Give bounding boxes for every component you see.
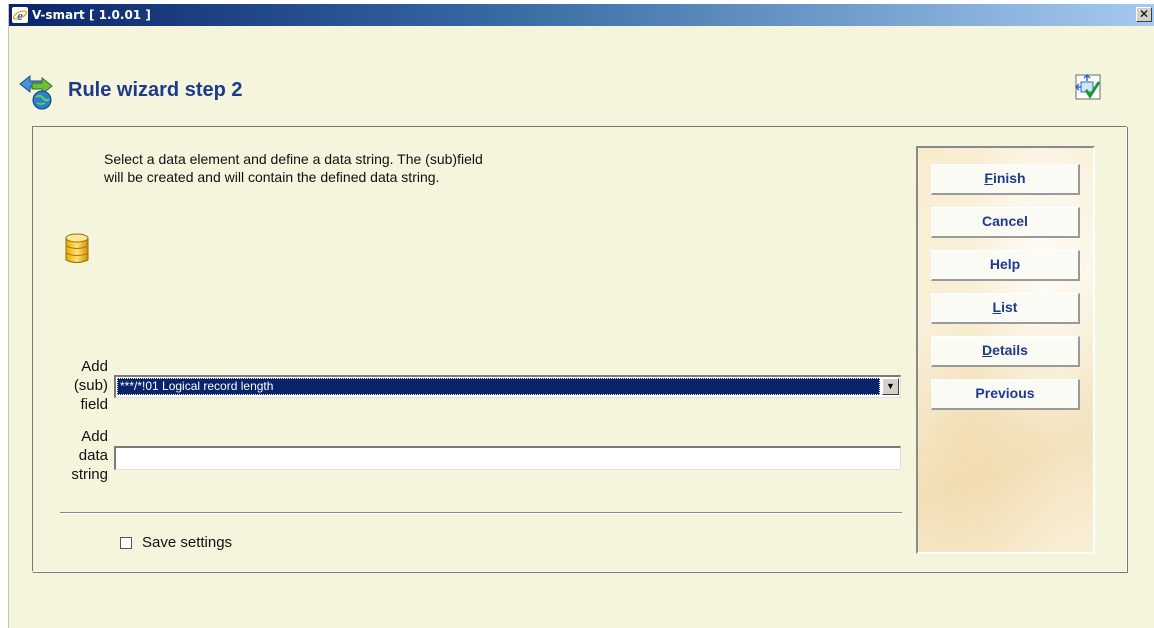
list-button[interactable]: List bbox=[931, 293, 1080, 324]
add-data-string-label-line-3: string bbox=[71, 466, 108, 483]
dropdown-arrow-icon[interactable]: ▼ bbox=[882, 378, 899, 395]
details-button-label: etails bbox=[992, 342, 1028, 358]
close-icon: ✕ bbox=[1138, 7, 1150, 21]
page-title: Rule wizard step 2 bbox=[68, 78, 243, 101]
save-settings-checkbox[interactable] bbox=[120, 536, 132, 549]
cancel-button[interactable]: Cancel bbox=[931, 207, 1080, 238]
instructions-text: Select a data element and define a data … bbox=[104, 150, 664, 186]
page-header: Rule wizard step 2 bbox=[16, 70, 243, 110]
add-subfield-label-line-2: (sub) bbox=[73, 377, 108, 394]
finish-button[interactable]: Finish bbox=[931, 164, 1080, 195]
add-subfield-label-line-1: Add bbox=[81, 358, 108, 375]
divider bbox=[60, 512, 902, 514]
rule-wizard-icon bbox=[19, 74, 53, 110]
add-subfield-label: Add (sub) field bbox=[60, 357, 108, 414]
help-button-label: Help bbox=[989, 256, 1021, 272]
svg-text:e: e bbox=[17, 8, 23, 23]
title-bar[interactable]: e V-smart [ 1.0.01 ] ✕ bbox=[9, 4, 1154, 26]
add-subfield-label-line-3: field bbox=[80, 396, 108, 413]
details-button-accesskey: D bbox=[982, 342, 993, 358]
browser-icon: e bbox=[12, 7, 28, 23]
add-data-string-label-line-2: data bbox=[78, 447, 108, 464]
window-title: V-smart [ 1.0.01 ] bbox=[32, 8, 151, 22]
save-settings-row[interactable]: Save settings bbox=[120, 534, 232, 551]
data-string-input[interactable] bbox=[114, 446, 901, 470]
save-settings-label[interactable]: Save settings bbox=[142, 534, 232, 551]
details-button[interactable]: Details bbox=[931, 336, 1080, 367]
database-icon bbox=[65, 233, 89, 263]
add-data-string-label-line-1: Add bbox=[81, 428, 108, 445]
instructions-line-1: Select a data element and define a data … bbox=[104, 151, 483, 167]
list-button-label: ist bbox=[1001, 299, 1018, 315]
subfield-select[interactable]: ***/*!01 Logical record length ▼ bbox=[114, 375, 901, 398]
finish-button-label: inish bbox=[992, 170, 1026, 186]
instructions-line-2: will be created and will contain the def… bbox=[104, 169, 440, 185]
help-button[interactable]: Help bbox=[931, 250, 1080, 281]
subfield-select-value[interactable]: ***/*!01 Logical record length bbox=[117, 378, 880, 395]
cancel-button-label: Cancel bbox=[982, 213, 1028, 229]
list-button-accesskey: L bbox=[992, 299, 1002, 315]
finish-button-accesskey: F bbox=[984, 170, 993, 186]
previous-button-label: Previous bbox=[975, 385, 1035, 401]
close-button[interactable]: ✕ bbox=[1136, 7, 1152, 22]
settings-icon[interactable] bbox=[1075, 74, 1101, 100]
previous-button[interactable]: Previous bbox=[931, 379, 1080, 410]
add-data-string-label: Add data string bbox=[60, 427, 108, 484]
